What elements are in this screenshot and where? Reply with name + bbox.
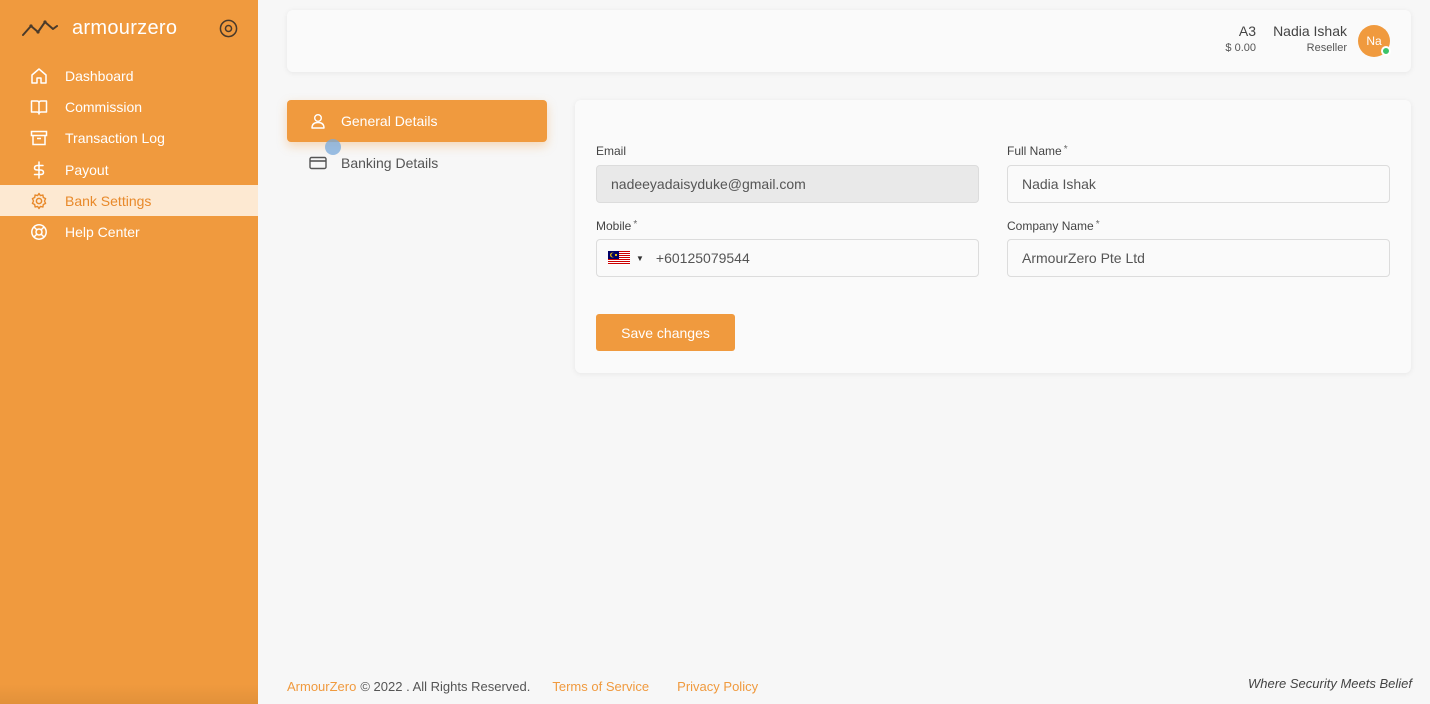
brand[interactable]: armourzero (22, 14, 177, 42)
mobile-value: +60125079544 (655, 250, 750, 266)
mobile-label-text: Mobile (596, 219, 632, 233)
sidebar: armourzero Dashboard Commission Transact… (0, 0, 258, 704)
fullname-label-text: Full Name (1007, 144, 1062, 158)
company-label: Company Name * (1007, 219, 1100, 233)
sidebar-item-commission[interactable]: Commission (0, 91, 258, 122)
fullname-value: Nadia Ishak (1022, 176, 1096, 192)
brand-name: armourzero (72, 16, 178, 39)
footer-brand-link[interactable]: ArmourZero (287, 679, 356, 694)
sidebar-item-bank-settings[interactable]: Bank Settings (0, 185, 258, 217)
user-summary[interactable]: Nadia Ishak Reseller (1273, 23, 1347, 54)
dollar-icon (30, 160, 48, 179)
email-value: nadeeyadaisyduke@gmail.com (611, 176, 806, 192)
sidebar-item-label: Help Center (65, 224, 140, 241)
email-label: Email (596, 144, 626, 158)
general-details-form: Email nadeeyadaisyduke@gmail.com Full Na… (575, 100, 1411, 373)
sidebar-bottom-shade (0, 684, 258, 704)
privacy-policy-link[interactable]: Privacy Policy (677, 679, 758, 694)
company-label-text: Company Name (1007, 219, 1094, 233)
sidebar-item-payout[interactable]: Payout (0, 154, 258, 185)
sidebar-item-label: Transaction Log (65, 130, 165, 147)
terms-of-service-link[interactable]: Terms of Service (552, 679, 649, 694)
logo-icon (22, 20, 58, 36)
user-name: Nadia Ishak (1273, 23, 1347, 39)
wallet-balance: $ 0.00 (1225, 42, 1256, 54)
archive-icon (30, 129, 48, 147)
fullname-field[interactable]: Nadia Ishak (1007, 165, 1390, 203)
tab-general-details[interactable]: General Details (287, 100, 547, 142)
avatar[interactable]: Na (1358, 25, 1391, 57)
sidebar-toggle-icon[interactable] (219, 19, 238, 38)
company-value: ArmourZero Pte Ltd (1022, 250, 1145, 266)
tab-label: Banking Details (341, 155, 439, 171)
wallet-code: A3 (1238, 23, 1256, 39)
user-icon (309, 112, 327, 130)
credit-card-icon (309, 154, 327, 172)
required-mark: * (1063, 144, 1068, 155)
top-header: A3 $ 0.00 Nadia Ishak Reseller Na (287, 10, 1411, 72)
mobile-field[interactable]: ▼ +60125079544 (596, 239, 979, 277)
tab-label: General Details (341, 113, 438, 129)
footer-tagline: Where Security Meets Belief (1247, 676, 1412, 691)
sidebar-item-label: Payout (65, 161, 109, 178)
sidebar-item-label: Dashboard (65, 67, 134, 84)
required-mark: * (1095, 219, 1100, 230)
book-icon (30, 98, 48, 116)
gear-icon (30, 192, 48, 210)
sidebar-item-dashboard[interactable]: Dashboard (0, 60, 258, 91)
sidebar-item-help-center[interactable]: Help Center (0, 216, 258, 247)
save-button[interactable]: Save changes (596, 314, 735, 351)
avatar-initials: Na (1366, 34, 1382, 48)
email-field[interactable]: nadeeyadaisyduke@gmail.com (596, 165, 979, 203)
sidebar-nav: Dashboard Commission Transaction Log Pay… (0, 60, 258, 248)
required-mark: * (633, 219, 638, 230)
sidebar-item-label: Commission (65, 98, 143, 115)
user-role: Reseller (1306, 42, 1347, 54)
mobile-label: Mobile * (596, 219, 637, 233)
chevron-down-icon: ▼ (636, 253, 644, 263)
country-code-selector[interactable]: ▼ (608, 251, 644, 265)
lifebuoy-icon (30, 223, 48, 241)
footer: ArmourZero © 2022 . All Rights Reserved.… (287, 679, 758, 694)
cursor-indicator (325, 139, 341, 155)
sidebar-item-label: Bank Settings (65, 192, 152, 209)
sidebar-item-transaction-log[interactable]: Transaction Log (0, 123, 258, 154)
online-status-indicator (1381, 46, 1391, 56)
malaysia-flag-icon (608, 251, 630, 265)
company-field[interactable]: ArmourZero Pte Ltd (1007, 239, 1390, 277)
email-label-text: Email (596, 144, 627, 158)
home-icon (30, 67, 48, 85)
fullname-label: Full Name * (1007, 144, 1068, 158)
footer-copyright: © 2022 . All Rights Reserved. (360, 679, 531, 694)
wallet-summary[interactable]: A3 $ 0.00 (1225, 23, 1256, 54)
